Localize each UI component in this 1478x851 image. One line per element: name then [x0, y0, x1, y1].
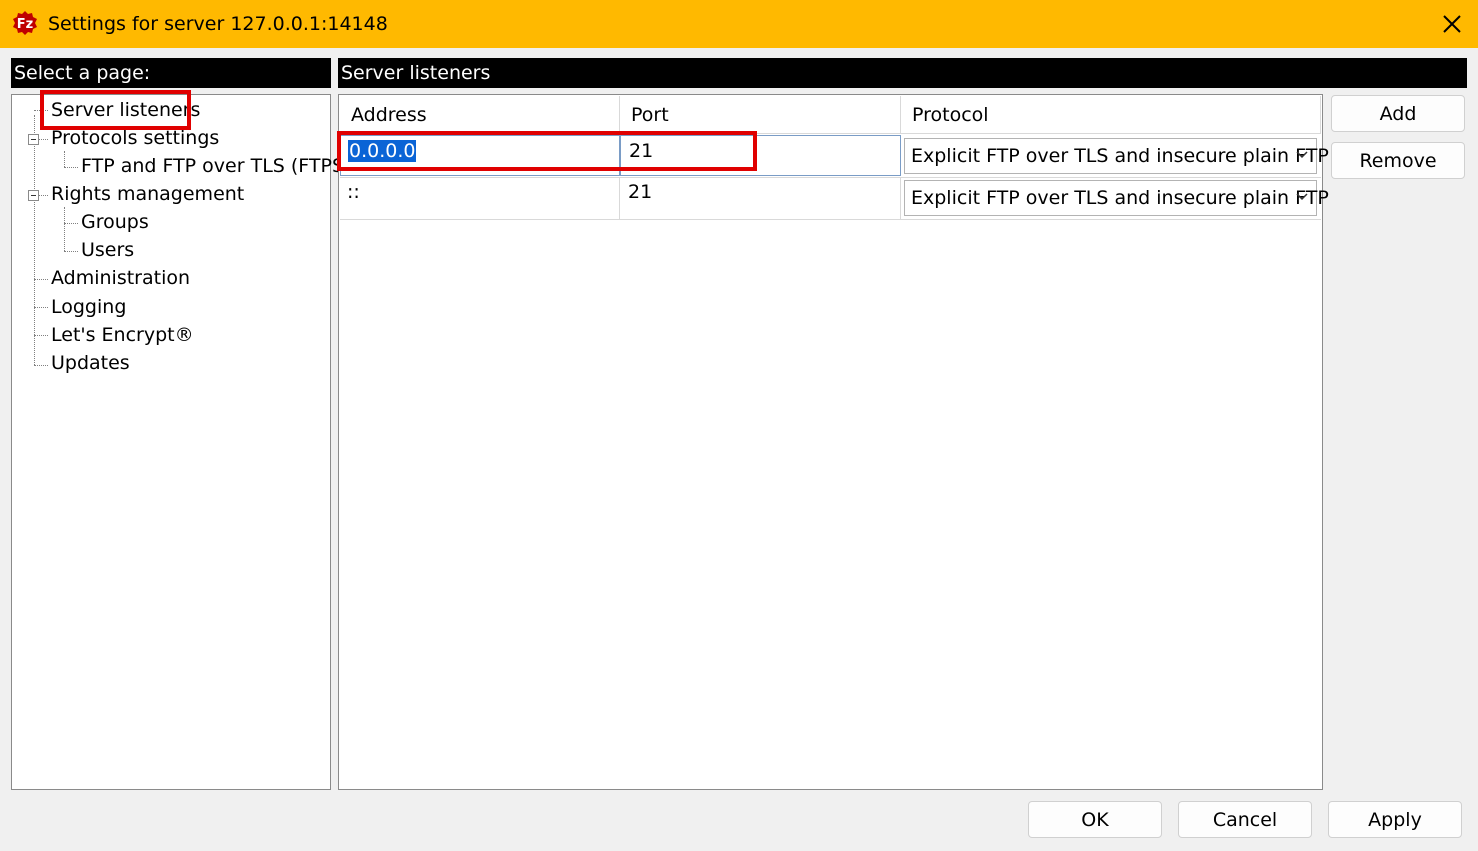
remove-button-label: Remove [1359, 149, 1437, 172]
row-divider [340, 177, 1321, 178]
annotation-highlight-box [40, 90, 191, 130]
chevron-down-icon [1296, 193, 1308, 201]
tree-item-lets-encrypt[interactable]: Let's Encrypt® [51, 322, 194, 348]
tree-connector [64, 151, 65, 167]
port-cell[interactable]: 21 [628, 179, 898, 205]
tree-connector [34, 307, 48, 308]
select-page-header: Select a page: [11, 58, 331, 88]
tree-connector [64, 251, 78, 252]
tree-connector [39, 195, 48, 196]
remove-button[interactable]: Remove [1331, 142, 1465, 179]
protocol-select-value: Explicit FTP over TLS and insecure plain… [911, 145, 1329, 167]
tree-item-users[interactable]: Users [81, 237, 134, 263]
tree-item-administration[interactable]: Administration [51, 265, 190, 291]
add-button-label: Add [1379, 102, 1417, 125]
tree-connector [64, 207, 65, 251]
address-cell[interactable]: :: [347, 179, 617, 205]
tree-item-rights-management[interactable]: Rights management [51, 181, 244, 207]
ok-button[interactable]: OK [1028, 801, 1162, 838]
cancel-button[interactable]: Cancel [1178, 801, 1312, 838]
protocol-select[interactable]: Explicit FTP over TLS and insecure plain… [904, 180, 1329, 216]
svg-text:Fz: Fz [17, 17, 33, 32]
tree-connector [34, 365, 48, 366]
tree-connector [34, 279, 48, 280]
tree-item-groups[interactable]: Groups [81, 209, 149, 235]
close-icon [1443, 15, 1461, 33]
add-button[interactable]: Add [1331, 95, 1465, 132]
filezilla-icon: Fz [13, 11, 37, 35]
tree-connector [39, 139, 48, 140]
chevron-down-icon [1296, 151, 1308, 159]
column-header-port[interactable]: Port [620, 96, 901, 134]
page-tree[interactable]: Server listeners Protocols settings FTP … [11, 94, 351, 790]
column-divider [619, 177, 620, 219]
tree-connector [34, 115, 35, 365]
protocol-select-value: Explicit FTP over TLS and insecure plain… [911, 187, 1329, 209]
tree-connector [64, 167, 78, 168]
apply-button-label: Apply [1368, 808, 1422, 831]
annotation-highlight-box [337, 131, 757, 171]
tree-item-ftp-ftps[interactable]: FTP and FTP over TLS (FTPS) [81, 153, 351, 179]
ok-button-label: OK [1081, 808, 1109, 831]
column-header-protocol[interactable]: Protocol [901, 96, 1321, 134]
apply-button[interactable]: Apply [1328, 801, 1462, 838]
tree-connector [64, 223, 78, 224]
cancel-button-label: Cancel [1212, 808, 1278, 831]
close-button[interactable] [1430, 6, 1474, 42]
row-divider [340, 219, 1321, 220]
tree-item-logging[interactable]: Logging [51, 294, 126, 320]
column-header-address[interactable]: Address [340, 96, 620, 134]
collapse-rights-icon[interactable] [28, 190, 39, 201]
page-title: Server listeners [338, 58, 1467, 88]
protocol-select[interactable]: Explicit FTP over TLS and insecure plain… [904, 138, 1329, 174]
tree-connector [34, 335, 48, 336]
collapse-protocols-icon[interactable] [28, 134, 39, 145]
title-bar: Fz Settings for server 127.0.0.1:14148 [0, 0, 1478, 48]
column-divider [900, 177, 901, 219]
tree-item-updates[interactable]: Updates [51, 350, 130, 376]
window-title: Settings for server 127.0.0.1:14148 [48, 13, 388, 35]
